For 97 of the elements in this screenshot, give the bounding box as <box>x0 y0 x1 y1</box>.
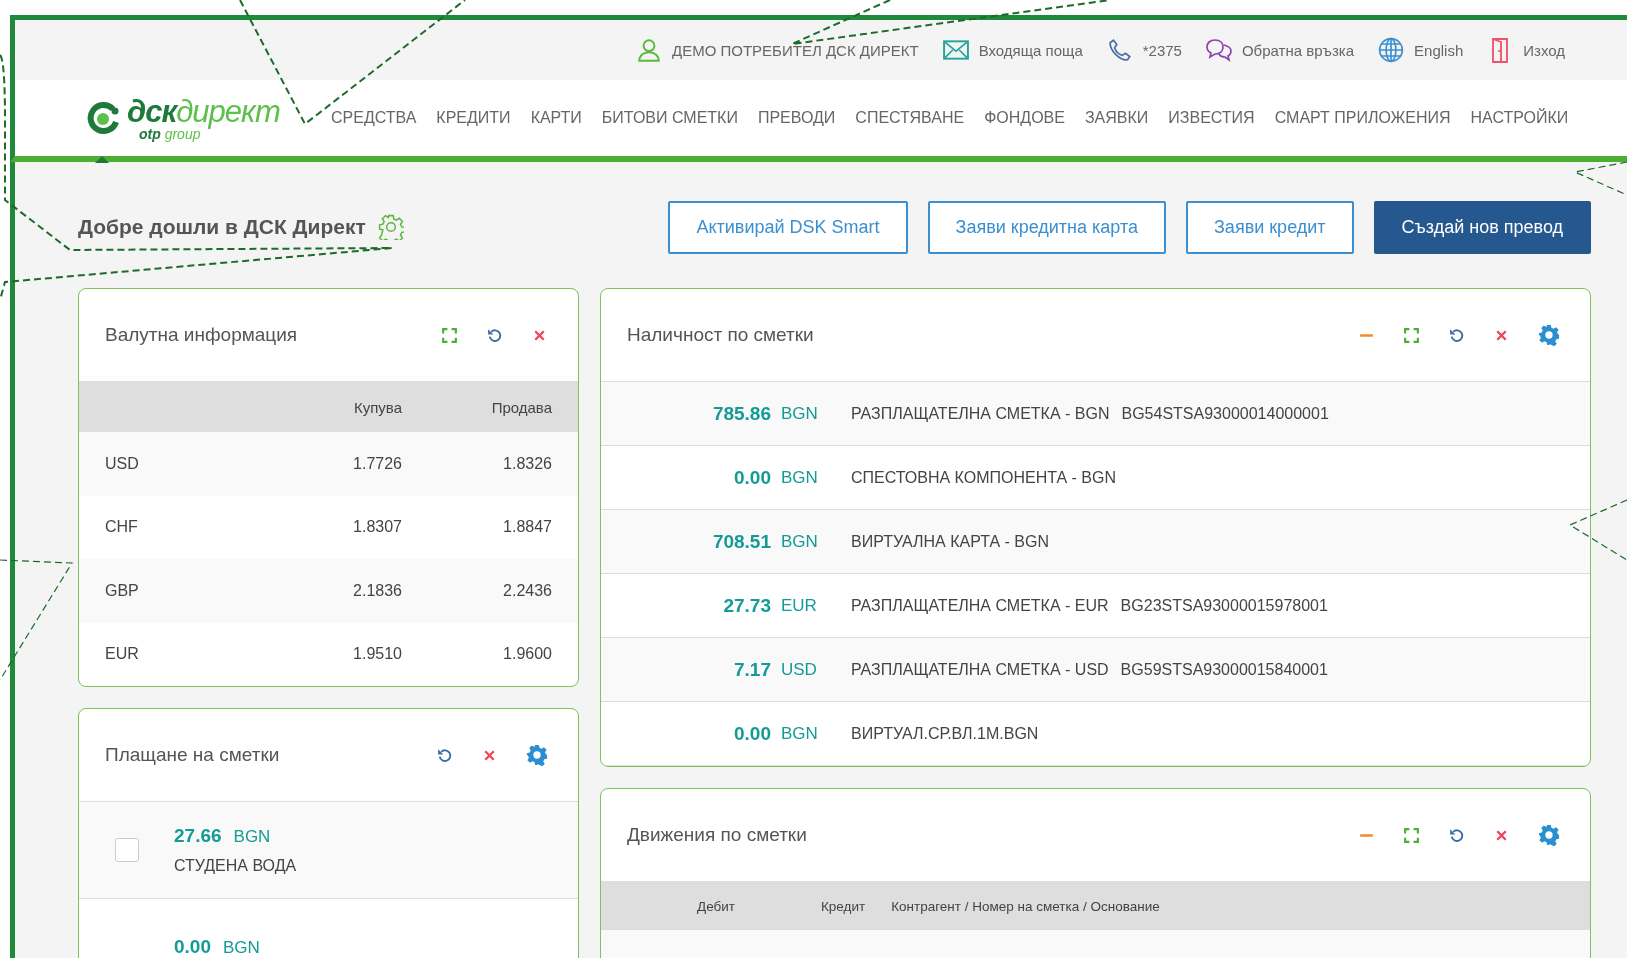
currency: BGN <box>780 723 819 744</box>
refresh-icon[interactable] <box>1448 326 1465 344</box>
widget-title: Наличност по сметки <box>627 324 814 346</box>
amount: 7.17 <box>733 658 771 681</box>
nav-link[interactable]: КАРТИ <box>530 109 582 127</box>
account-name[interactable]: ВИРТУАЛНА КАРТА - BGN <box>851 532 1049 551</box>
logo-text: дскдирект <box>127 95 280 127</box>
amount: 27.73 <box>722 594 771 617</box>
nav-link[interactable]: СРЕДСТВА <box>331 109 417 127</box>
phone-icon <box>1106 37 1133 63</box>
table-cell-text: 1.8326 <box>502 454 552 473</box>
user-icon <box>636 37 662 63</box>
action-button[interactable]: Активирай DSK Smart <box>668 200 908 254</box>
top-bar-link[interactable]: ДЕМО ПОТРЕБИТЕЛ ДСК ДИРЕКТ <box>636 37 919 63</box>
nav-link[interactable]: КРЕДИТИ <box>436 109 511 127</box>
currency: BGN <box>233 827 271 847</box>
nav-link[interactable]: СПЕСТЯВАНЕ <box>855 109 965 127</box>
settings-icon[interactable] <box>1538 824 1560 846</box>
table-cell-text: 1.8847 <box>502 518 552 537</box>
gear-icon[interactable] <box>377 214 404 240</box>
expand-icon[interactable] <box>441 326 458 344</box>
table-cell-text: 2.1836 <box>352 581 402 600</box>
amount: 785.86 <box>711 402 771 425</box>
bill-name: СТУДЕНА ВОДА <box>174 857 297 875</box>
top-bar-link-label: Обратна връзка <box>1241 41 1355 59</box>
currency: BGN <box>223 938 260 958</box>
top-bar-link[interactable]: Изход <box>1487 37 1565 63</box>
top-bar-link[interactable]: Входяща поща <box>942 37 1083 63</box>
refresh-icon[interactable] <box>486 326 503 344</box>
nav-link[interactable]: ЗАЯВКИ <box>1084 109 1149 127</box>
checkbox[interactable] <box>114 838 139 862</box>
widget-title: Движения по сметки <box>627 824 807 846</box>
top-bar-link[interactable]: English <box>1378 37 1464 63</box>
account-name[interactable]: СПЕСТОВНА КОМПОНЕНТА - BGN <box>851 468 1117 487</box>
widget-title: Валутна информация <box>105 324 298 346</box>
logo-subtext: otp group <box>139 126 201 141</box>
nav-link[interactable]: ПРЕВОДИ <box>757 109 836 127</box>
table-cell-text: EUR <box>105 645 140 664</box>
widget-title: Плащане на сметки <box>105 744 280 766</box>
amount: 0.00 <box>733 722 771 745</box>
currency: USD <box>780 659 818 680</box>
nav-link[interactable]: СМАРТ ПРИЛОЖЕНИЯ <box>1274 109 1451 127</box>
table-cell-text: GBP <box>105 581 140 600</box>
expand-icon[interactable] <box>1403 326 1420 344</box>
settings-icon[interactable] <box>1538 324 1560 346</box>
account-number: BG59STSA93000015840001 <box>1120 660 1328 679</box>
mail-icon <box>942 37 969 63</box>
currency: BGN <box>780 531 819 552</box>
amount: 27.66 <box>174 825 222 847</box>
globe-icon <box>1378 37 1405 63</box>
refresh-icon[interactable] <box>1448 826 1465 844</box>
account-name[interactable]: РАЗПЛАЩАТЕЛНА СМЕТКА - USD <box>851 660 1109 679</box>
table-cell-text: 1.8307 <box>352 518 402 537</box>
table-cell-text: 1.9600 <box>502 645 552 664</box>
column-header: Кредит <box>820 898 866 914</box>
top-bar-link-label: English <box>1414 41 1464 59</box>
account-number: BG23STSA93000015978001 <box>1120 596 1328 615</box>
settings-icon[interactable] <box>526 744 548 766</box>
table-cell-text: 1.9510 <box>352 645 402 664</box>
currency: BGN <box>780 467 819 488</box>
pointer-icon <box>95 155 109 163</box>
column-header: Купува <box>353 398 402 416</box>
nav-link[interactable]: ФОНДОВЕ <box>984 109 1065 127</box>
chat-icon <box>1205 37 1232 63</box>
top-bar-link-label: Входяща поща <box>978 41 1083 59</box>
nav-link[interactable]: БИТОВИ СМЕТКИ <box>601 109 738 127</box>
top-bar-link-label: ДЕМО ПОТРЕБИТЕЛ ДСК ДИРЕКТ <box>672 41 919 59</box>
amount: 0.00 <box>733 466 771 489</box>
table-cell-text: USD <box>105 454 140 473</box>
top-bar-link[interactable]: *2375 <box>1106 37 1182 63</box>
refresh-icon[interactable] <box>436 746 453 764</box>
nav-link[interactable]: ИЗВЕСТИЯ <box>1168 109 1255 127</box>
table-cell-text: 1.7726 <box>352 454 402 473</box>
amount: 708.51 <box>711 530 771 553</box>
action-button[interactable]: Заяви кредит <box>1186 200 1354 254</box>
column-header: Дебит <box>697 898 735 914</box>
currency: BGN <box>780 403 819 424</box>
account-name[interactable]: ВИРТУАЛ.СР.ВЛ.1М.BGN <box>851 724 1039 743</box>
table-cell-text: 2.2436 <box>502 581 552 600</box>
logo-mark-icon <box>87 101 121 135</box>
expand-icon[interactable] <box>1403 826 1420 844</box>
column-header: Контрагент / Номер на сметка / Основание <box>891 898 1160 914</box>
action-button[interactable]: Създай нов превод <box>1373 200 1591 254</box>
table-cell-text: CHF <box>105 518 139 537</box>
logo[interactable]: дскдирект otp group <box>87 95 317 141</box>
welcome-title: Добре дошли в ДСК Директ <box>78 215 366 239</box>
top-bar-link-label: *2375 <box>1142 41 1182 59</box>
column-header: Продава <box>490 398 552 416</box>
nav-link[interactable]: НАСТРОЙКИ <box>1470 109 1569 127</box>
account-name[interactable]: РАЗПЛАЩАТЕЛНА СМЕТКА - EUR <box>851 596 1109 615</box>
currency: EUR <box>780 595 818 616</box>
top-bar-link-label: Изход <box>1523 41 1565 59</box>
account-name[interactable]: РАЗПЛАЩАТЕЛНА СМЕТКА - BGN <box>851 404 1110 423</box>
account-number: BG54STSA93000014000001 <box>1121 404 1329 423</box>
amount: 0.00 <box>174 936 211 958</box>
top-bar-link[interactable]: Обратна връзка <box>1205 37 1355 63</box>
action-button[interactable]: Заяви кредитна карта <box>927 200 1166 254</box>
